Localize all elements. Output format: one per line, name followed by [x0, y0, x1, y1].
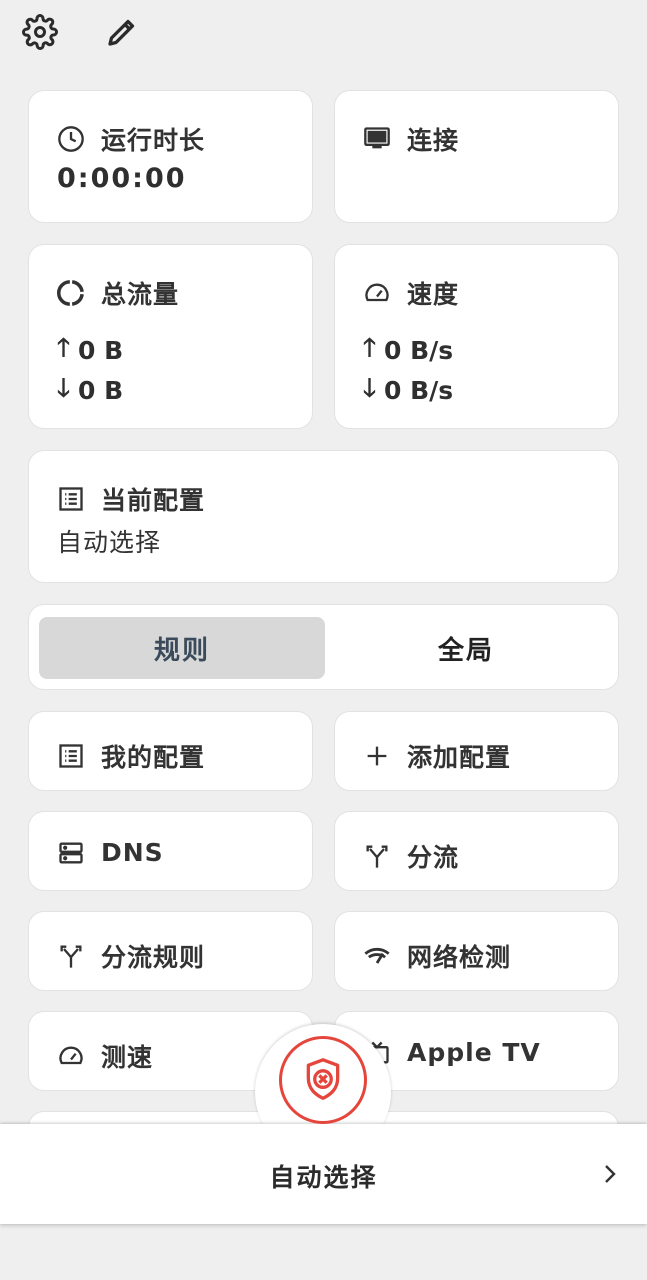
split-tile[interactable]: 分流	[334, 811, 619, 891]
pencil-icon	[108, 19, 135, 46]
connect-toggle-button[interactable]	[279, 1036, 367, 1124]
traffic-up: 🡑 0 B	[57, 329, 123, 372]
arrow-down-icon: 🡓	[363, 373, 377, 402]
traffic-title: 总流量	[101, 280, 180, 309]
add-profile-tile[interactable]: 添加配置	[334, 711, 619, 791]
speedometer-icon	[57, 1042, 85, 1070]
chevron-right-icon[interactable]	[598, 1160, 622, 1188]
arrow-up-icon: 🡑	[57, 333, 71, 362]
mode-rule-option[interactable]: 规则	[39, 617, 325, 679]
speed-down-value: 0 B/s	[384, 376, 454, 405]
arrow-up-icon: 🡑	[363, 333, 377, 362]
plus-icon	[363, 742, 391, 770]
shield-x-icon	[306, 1058, 340, 1100]
traffic-up-value: 0 B	[78, 336, 124, 365]
edit-button[interactable]	[102, 12, 142, 52]
traffic-down: 🡓 0 B	[57, 369, 123, 412]
runtime-card: 运行时长 0:00:00	[28, 90, 313, 223]
server-icon	[57, 839, 85, 867]
current-profile-card[interactable]: 当前配置 自动选择	[28, 450, 619, 583]
my-profiles-tile[interactable]: 我的配置	[28, 711, 313, 791]
fork-icon	[363, 842, 391, 870]
speed-up: 🡑 0 B/s	[363, 329, 453, 372]
network-check-tile[interactable]: 网络检测	[334, 911, 619, 991]
speed-title: 速度	[407, 280, 460, 309]
donut-icon	[57, 279, 85, 307]
list-icon	[57, 742, 85, 770]
selected-node-label: 自动选择	[269, 1163, 378, 1192]
speed-card: 速度 🡑 0 B/s 🡓 0 B/s	[334, 244, 619, 429]
apple-tv-label: Apple TV	[407, 1038, 541, 1067]
fork-icon	[57, 942, 85, 970]
add-profile-label: 添加配置	[407, 743, 512, 772]
gear-icon	[22, 14, 58, 50]
connection-card[interactable]: 连接	[334, 90, 619, 223]
settings-button[interactable]	[20, 12, 60, 52]
mode-switch: 规则 全局	[28, 604, 619, 690]
runtime-value: 0:00:00	[57, 163, 187, 194]
connection-title: 连接	[407, 126, 460, 155]
wifi-check-icon	[363, 942, 391, 970]
list-icon	[57, 485, 85, 513]
dns-tile[interactable]: DNS	[28, 811, 313, 891]
clock-icon	[57, 125, 85, 153]
split-rules-label: 分流规则	[101, 943, 206, 972]
network-check-label: 网络检测	[407, 943, 512, 972]
split-label: 分流	[407, 843, 460, 872]
speed-up-value: 0 B/s	[384, 336, 454, 365]
monitor-icon	[363, 125, 391, 153]
current-profile-value: 自动选择	[57, 528, 162, 557]
current-profile-title: 当前配置	[101, 486, 206, 515]
my-profiles-label: 我的配置	[101, 743, 206, 772]
runtime-title: 运行时长	[101, 126, 206, 155]
speed-down: 🡓 0 B/s	[363, 369, 453, 412]
split-rules-tile[interactable]: 分流规则	[28, 911, 313, 991]
speed-test-label: 测速	[101, 1043, 154, 1072]
traffic-down-value: 0 B	[78, 376, 124, 405]
dns-label: DNS	[101, 838, 164, 867]
arrow-down-icon: 🡓	[57, 373, 71, 402]
traffic-card: 总流量 🡑 0 B 🡓 0 B	[28, 244, 313, 429]
mode-global-option[interactable]: 全局	[325, 617, 607, 679]
speedometer-icon	[363, 279, 391, 307]
